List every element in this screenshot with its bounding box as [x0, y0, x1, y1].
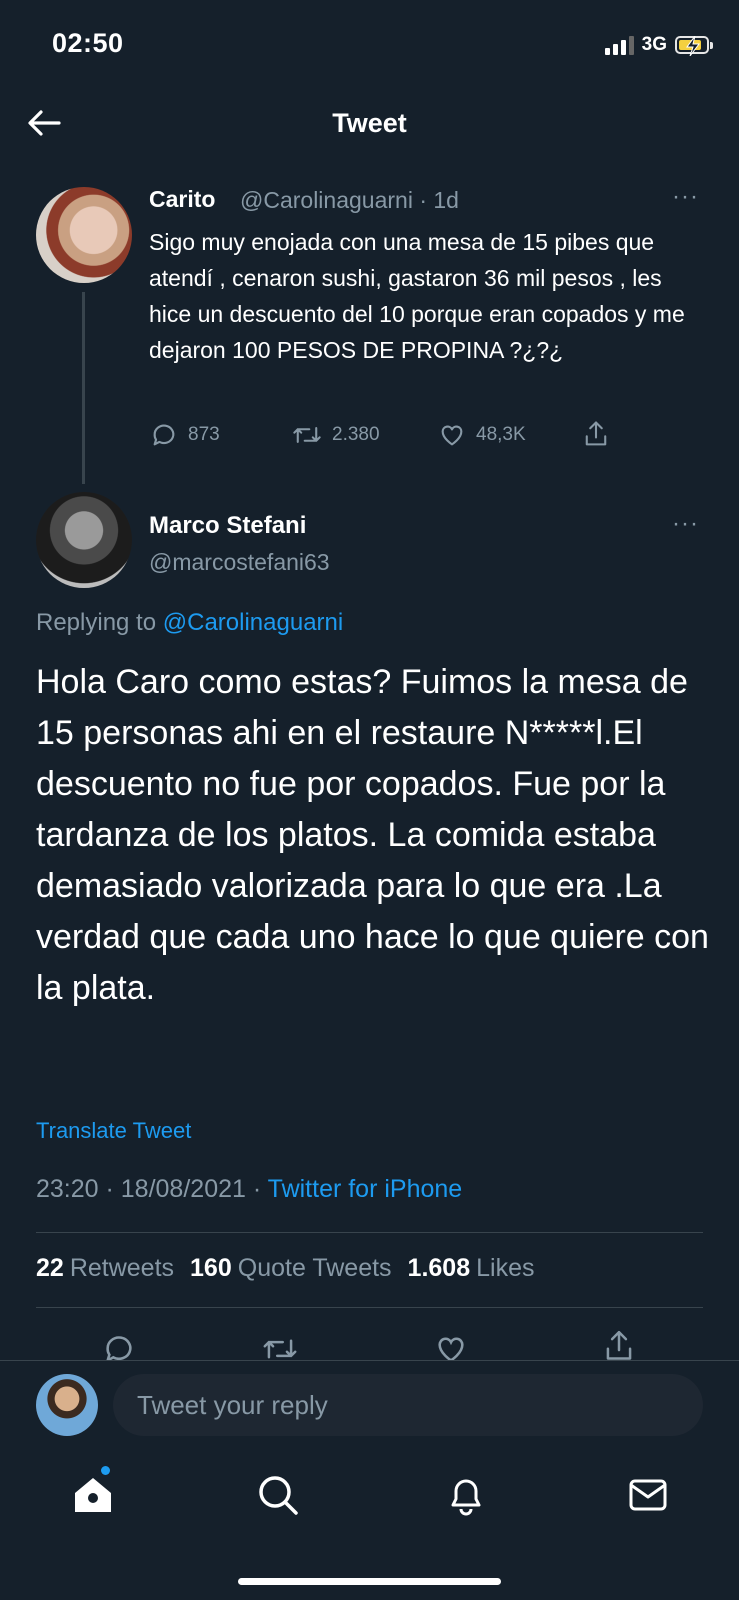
parent-tweet-text: Sigo muy enojada con una mesa de 15 pibe… [149, 229, 685, 363]
parent-author-handle-time: @Carolinaguarni · 1d [240, 187, 459, 213]
author-handle[interactable]: @marcostefani63 [149, 549, 330, 576]
replying-prefix: Replying to [36, 609, 163, 636]
retweet-count: 2.380 [332, 424, 380, 445]
avatar[interactable] [36, 1374, 98, 1436]
translate-tweet-link[interactable]: Translate Tweet [36, 1118, 191, 1144]
tweet-text: Hola Caro como estas? Fuimos la mesa de … [36, 663, 709, 1007]
reply-input[interactable]: Tweet your reply [113, 1374, 703, 1436]
retweet-button[interactable]: 2.380 [292, 421, 380, 449]
reply-icon [153, 424, 175, 446]
retweet-icon [293, 427, 321, 443]
notification-dot [101, 1466, 110, 1475]
network-type: 3G [641, 34, 667, 55]
page-title: Tweet [332, 108, 407, 138]
like-button[interactable]: 48,3K [438, 421, 526, 449]
battery-icon [675, 36, 713, 56]
replying-to: Replying to @Carolinaguarni [36, 609, 343, 637]
retweet-icon[interactable] [262, 1332, 298, 1360]
tweet-stats: 22 Retweets 160 Quote Tweets 1.608 Likes [36, 1254, 534, 1283]
notifications-icon[interactable] [444, 1473, 488, 1517]
like-icon [441, 425, 463, 446]
quote-tweets-stat[interactable]: 160 Quote Tweets [190, 1254, 392, 1283]
search-icon[interactable] [256, 1473, 300, 1517]
reply-count: 873 [188, 424, 220, 445]
like-icon[interactable] [434, 1332, 468, 1360]
compose-divider [0, 1360, 739, 1361]
status-icons: 3G [604, 34, 713, 56]
parent-author-name[interactable]: Carito [149, 186, 215, 213]
tweet-timestamp: 23:20 · 18/08/2021 · [36, 1175, 268, 1203]
messages-icon[interactable] [626, 1473, 670, 1517]
home-indicator [238, 1578, 501, 1585]
replying-to-link[interactable]: @Carolinaguarni [163, 609, 343, 636]
avatar[interactable] [36, 187, 132, 283]
share-icon[interactable] [602, 1328, 636, 1360]
divider [36, 1307, 703, 1308]
thread-connector [82, 292, 85, 484]
retweets-stat[interactable]: 22 Retweets [36, 1254, 174, 1283]
share-icon [585, 421, 607, 446]
like-count: 48,3K [476, 424, 526, 445]
reply-icon[interactable] [102, 1332, 136, 1360]
tweet-actions-row [0, 1320, 739, 1360]
signal-icon [604, 35, 634, 55]
reply-button[interactable]: 873 [150, 421, 220, 449]
home-icon[interactable] [71, 1473, 115, 1517]
tweet-source-link[interactable]: Twitter for iPhone [268, 1175, 463, 1203]
author-name[interactable]: Marco Stefani [149, 512, 306, 540]
more-options-icon[interactable]: ··· [672, 510, 699, 538]
avatar[interactable] [36, 492, 132, 588]
likes-stat[interactable]: 1.608 Likes [408, 1254, 535, 1283]
divider [36, 1232, 703, 1233]
status-time: 02:50 [52, 28, 124, 58]
tweet-meta: 23:20 · 18/08/2021 · Twitter for iPhone [36, 1175, 462, 1204]
more-options-icon[interactable]: ··· [672, 183, 699, 211]
share-button[interactable] [582, 419, 610, 449]
